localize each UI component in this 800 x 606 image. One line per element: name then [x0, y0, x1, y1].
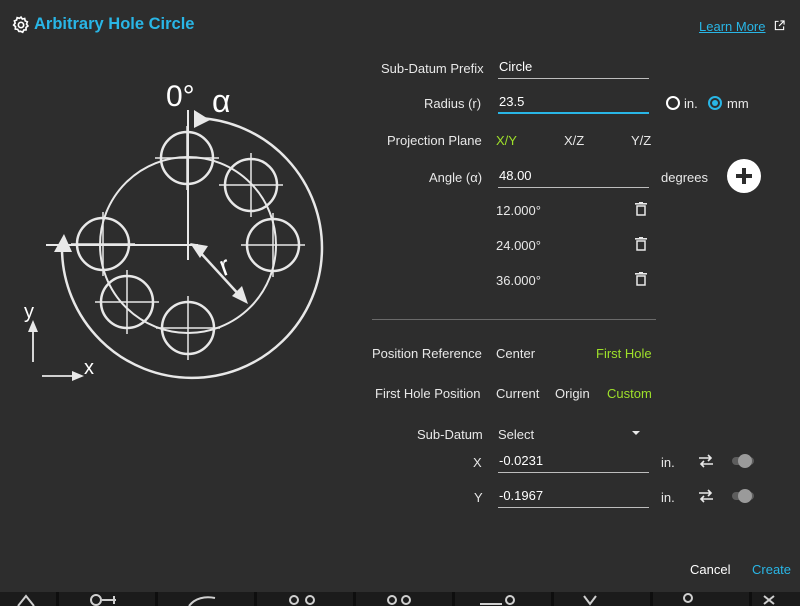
x-input[interactable]: -0.0231	[498, 451, 649, 473]
unit-in-radio[interactable]	[666, 96, 680, 110]
hole-3	[241, 213, 305, 277]
toolbar-tool-icon[interactable]	[672, 592, 712, 606]
angle-input[interactable]: 48.00	[498, 166, 649, 188]
unit-in-label[interactable]: in.	[684, 96, 698, 111]
toolbar-tool-icon[interactable]	[282, 592, 322, 606]
projection-plane-label: Projection Plane	[387, 133, 482, 148]
toolbar-separator	[551, 592, 554, 606]
toolbar-separator	[155, 592, 158, 606]
swap-icon[interactable]	[698, 489, 714, 503]
position-reference-label: Position Reference	[372, 346, 482, 361]
sub-datum-prefix-value: Circle	[499, 59, 533, 74]
add-angle-button[interactable]	[727, 159, 761, 193]
unit-mm-radio[interactable]	[708, 96, 722, 110]
first-hole-position-label: First Hole Position	[375, 386, 481, 401]
angle-unit-label: degrees	[661, 170, 708, 185]
trash-icon[interactable]	[635, 272, 647, 286]
sub-datum-prefix-input[interactable]: Circle	[498, 57, 649, 79]
first-hole-position-custom[interactable]: Custom	[607, 386, 652, 401]
toolbar-tool-icon[interactable]	[10, 592, 50, 606]
trash-icon[interactable]	[635, 202, 647, 216]
toolbar-separator	[749, 592, 752, 606]
x-label: X	[473, 455, 482, 470]
hole-4	[156, 296, 220, 360]
y-input[interactable]: -0.1967	[498, 486, 649, 508]
angle-value: 48.00	[499, 168, 532, 183]
cancel-button[interactable]: Cancel	[690, 562, 730, 577]
x-value: -0.0231	[499, 453, 544, 468]
position-reference-center[interactable]: Center	[496, 346, 535, 361]
sub-datum-prefix-label: Sub-Datum Prefix	[381, 61, 484, 76]
toolbar-tool-icon[interactable]	[578, 592, 618, 606]
dialog-titlebar: Arbitrary Hole Circle Learn More	[0, 0, 800, 52]
y-toggle[interactable]	[730, 489, 754, 503]
toolbar-tool-icon[interactable]	[185, 592, 225, 606]
angle-entry-2: 24.000°	[496, 238, 541, 253]
angle-arrowhead	[194, 110, 210, 128]
projection-plane-xz[interactable]: X/Z	[564, 133, 584, 148]
dialog-title: Arbitrary Hole Circle	[34, 15, 195, 33]
swap-icon[interactable]	[698, 454, 714, 468]
x-axis-label: x	[84, 357, 94, 379]
section-divider	[372, 319, 656, 320]
toolbar-separator	[650, 592, 653, 606]
radius-label: Radius (r)	[424, 96, 482, 111]
toolbar-tool-icon[interactable]	[88, 592, 128, 606]
create-button[interactable]: Create	[752, 562, 791, 577]
toolbar-separator	[56, 592, 59, 606]
angle-label: Angle (α)	[429, 170, 483, 185]
zero-degree-label: 0°	[166, 80, 195, 113]
unit-mm-label[interactable]: mm	[727, 96, 749, 111]
y-unit: in.	[661, 490, 675, 505]
projection-plane-xy[interactable]: X/Y	[496, 133, 517, 148]
toolbar-separator	[353, 592, 356, 606]
hole-1	[155, 126, 219, 190]
first-hole-position-current[interactable]: Current	[496, 386, 539, 401]
angle-entry-3: 36.000°	[496, 273, 541, 288]
position-reference-first-hole[interactable]: First Hole	[596, 346, 652, 361]
hole-6	[71, 212, 135, 276]
x-toggle[interactable]	[730, 454, 754, 468]
angle-arrowhead-left	[54, 234, 72, 252]
chevron-down-icon[interactable]	[632, 431, 640, 435]
trash-icon[interactable]	[635, 237, 647, 251]
hole-circle-diagram: 0° α r y x	[24, 80, 324, 381]
x-unit: in.	[661, 455, 675, 470]
first-hole-position-origin[interactable]: Origin	[555, 386, 590, 401]
y-value: -0.1967	[499, 488, 544, 503]
radius-value: 23.5	[499, 94, 525, 109]
gear-icon	[12, 15, 30, 34]
toolbar-separator	[452, 592, 455, 606]
radius-input[interactable]: 23.5	[498, 92, 649, 114]
angle-entry-1: 12.000°	[496, 203, 541, 218]
toolbar-tool-icon[interactable]	[478, 592, 518, 606]
y-axis-label: y	[24, 301, 34, 323]
hole-2	[219, 153, 283, 217]
toolbar-tool-icon[interactable]	[380, 592, 420, 606]
sub-datum-select[interactable]: Select	[498, 427, 534, 442]
toolbar-separator	[254, 592, 257, 606]
learn-more-link[interactable]: Learn More	[699, 19, 765, 34]
external-link-icon[interactable]	[774, 20, 785, 31]
radius-label: r	[215, 250, 234, 282]
arbitrary-hole-circle-dialog: Arbitrary Hole Circle Learn More 0° α r …	[0, 0, 800, 592]
toolbar-tool-icon[interactable]	[760, 592, 800, 606]
sub-datum-label: Sub-Datum	[417, 427, 483, 442]
y-label: Y	[474, 490, 483, 505]
projection-plane-yz[interactable]: Y/Z	[631, 133, 651, 148]
alpha-label: α	[212, 83, 231, 119]
bottom-toolbar	[0, 592, 800, 606]
